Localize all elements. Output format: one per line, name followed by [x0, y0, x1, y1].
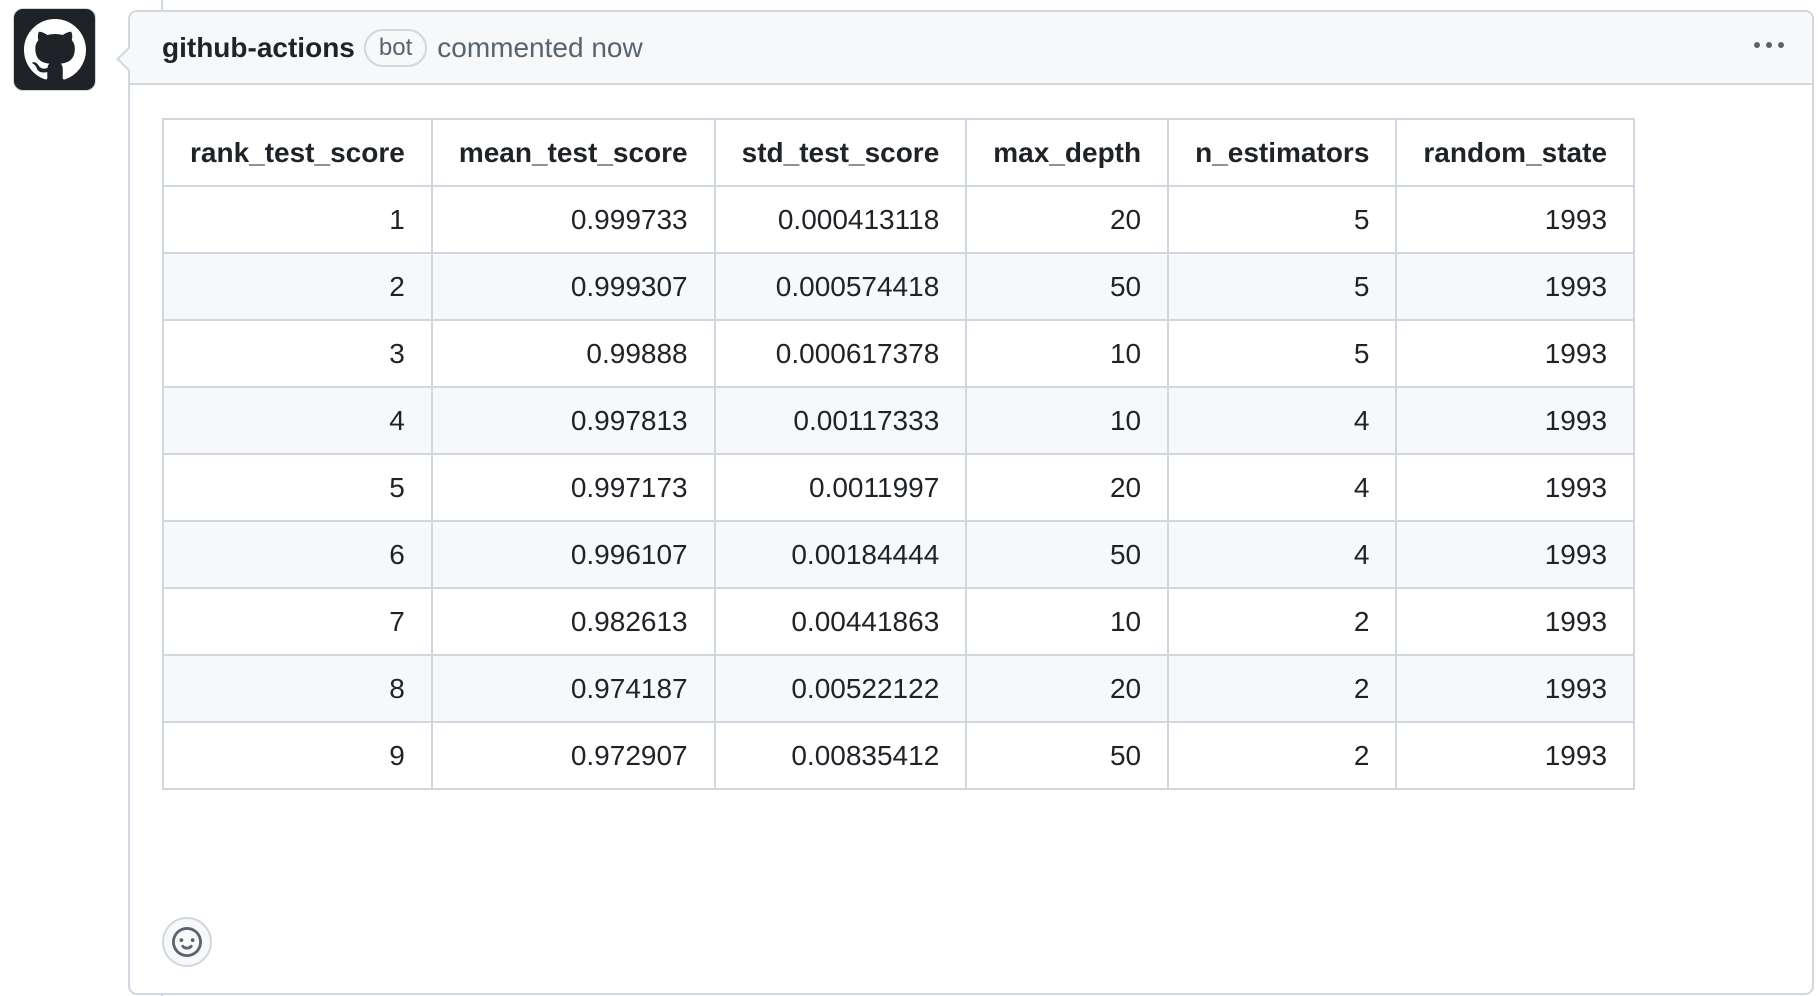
table-cell: 50 — [965, 252, 1170, 321]
table-cell: 9 — [162, 721, 433, 790]
table-cell: 1993 — [1395, 319, 1636, 388]
table-cell: 1993 — [1395, 453, 1636, 522]
table-cell: 5 — [1167, 319, 1398, 388]
results-table: rank_test_score mean_test_score std_test… — [162, 118, 1636, 790]
table-cell: 2 — [1167, 587, 1398, 656]
table-cell: 0.999307 — [430, 252, 716, 321]
author-name[interactable]: github-actions — [162, 32, 355, 64]
author-avatar[interactable] — [14, 9, 95, 90]
table-cell: 5 — [1167, 252, 1398, 321]
table-header-row: rank_test_score mean_test_score std_test… — [162, 118, 1636, 187]
table-cell: 0.997173 — [430, 453, 716, 522]
table-cell: 0.0011997 — [713, 453, 968, 522]
table-cell: 1993 — [1395, 185, 1636, 254]
table-cell: 6 — [162, 520, 433, 589]
table-cell: 10 — [965, 386, 1170, 455]
table-cell: 4 — [1167, 453, 1398, 522]
table-cell: 0.982613 — [430, 587, 716, 656]
table-cell: 8 — [162, 654, 433, 723]
add-reaction-button[interactable] — [162, 917, 212, 967]
table-cell: 10 — [965, 319, 1170, 388]
column-header: mean_test_score — [430, 118, 716, 187]
comment-timestamp[interactable]: commented now — [437, 32, 642, 64]
column-header: max_depth — [965, 118, 1170, 187]
table-row: 5 0.997173 0.0011997 20 4 1993 — [162, 453, 1636, 522]
table-cell: 5 — [162, 453, 433, 522]
table-cell: 0.00441863 — [713, 587, 968, 656]
table-cell: 0.000574418 — [713, 252, 968, 321]
table-cell: 0.00184444 — [713, 520, 968, 589]
table-cell: 1 — [162, 185, 433, 254]
table-cell: 0.000413118 — [713, 185, 968, 254]
bot-badge: bot — [363, 28, 428, 67]
column-header: n_estimators — [1167, 118, 1398, 187]
table-row: 2 0.999307 0.000574418 50 5 1993 — [162, 252, 1636, 321]
table-cell: 7 — [162, 587, 433, 656]
table-cell: 4 — [1167, 520, 1398, 589]
table-cell: 50 — [965, 520, 1170, 589]
table-cell: 2 — [1167, 721, 1398, 790]
table-cell: 0.999733 — [430, 185, 716, 254]
table-cell: 0.974187 — [430, 654, 716, 723]
comment-box: github-actions bot commented now rank_te… — [116, 10, 1814, 995]
table-cell: 0.00117333 — [713, 386, 968, 455]
table-cell: 2 — [162, 252, 433, 321]
table-row: 1 0.999733 0.000413118 20 5 1993 — [162, 185, 1636, 254]
column-header: std_test_score — [713, 118, 968, 187]
table-row: 3 0.99888 0.000617378 10 5 1993 — [162, 319, 1636, 388]
smiley-icon — [172, 927, 202, 957]
github-octocat-icon — [23, 18, 86, 79]
table-cell: 1993 — [1395, 520, 1636, 589]
table-cell: 0.00522122 — [713, 654, 968, 723]
table-cell: 20 — [965, 654, 1170, 723]
table-cell: 50 — [965, 721, 1170, 790]
table-row: 4 0.997813 0.00117333 10 4 1993 — [162, 386, 1636, 455]
column-header: rank_test_score — [162, 118, 433, 187]
table-cell: 20 — [965, 185, 1170, 254]
table-cell: 20 — [965, 453, 1170, 522]
table-row: 8 0.974187 0.00522122 20 2 1993 — [162, 654, 1636, 723]
table-cell: 0.996107 — [430, 520, 716, 589]
table-cell: 0.000617378 — [713, 319, 968, 388]
table-cell: 0.997813 — [430, 386, 716, 455]
table-row: 6 0.996107 0.00184444 50 4 1993 — [162, 520, 1636, 589]
table-row: 7 0.982613 0.00441863 10 2 1993 — [162, 587, 1636, 656]
table-cell: 1993 — [1395, 252, 1636, 321]
table-cell: 0.99888 — [430, 319, 716, 388]
table-cell: 3 — [162, 319, 433, 388]
column-header: random_state — [1395, 118, 1636, 187]
table-cell: 5 — [1167, 185, 1398, 254]
table-cell: 1993 — [1395, 386, 1636, 455]
table-cell: 4 — [162, 386, 433, 455]
table-cell: 1993 — [1395, 721, 1636, 790]
table-cell: 1993 — [1395, 587, 1636, 656]
comment-header: github-actions bot commented now — [130, 12, 1812, 85]
table-cell: 0.972907 — [430, 721, 716, 790]
table-cell: 10 — [965, 587, 1170, 656]
table-cell: 0.00835412 — [713, 721, 968, 790]
table-row: 9 0.972907 0.00835412 50 2 1993 — [162, 721, 1636, 790]
kebab-horizontal-icon[interactable] — [1750, 38, 1788, 52]
table-cell: 1993 — [1395, 654, 1636, 723]
table-cell: 4 — [1167, 386, 1398, 455]
table-cell: 2 — [1167, 654, 1398, 723]
